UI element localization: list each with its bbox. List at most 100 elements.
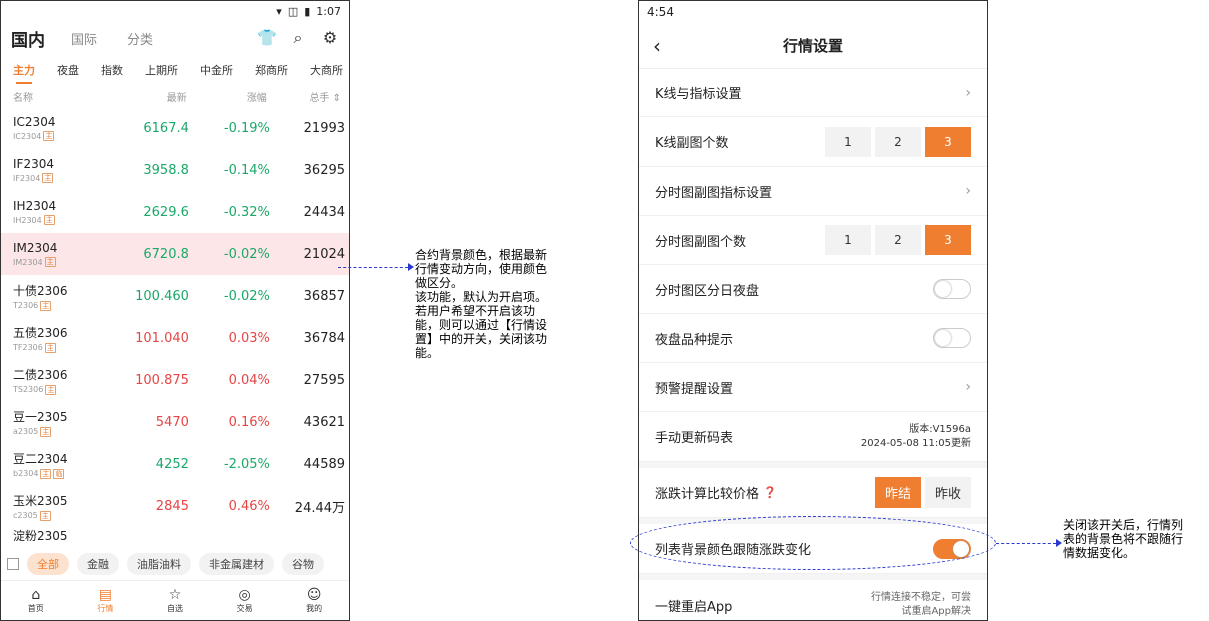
annotation-2-ellipse: [630, 516, 996, 570]
contract-code-text: a2305: [13, 427, 39, 436]
update-table-label: 手动更新码表: [655, 431, 734, 446]
table-row[interactable]: IC2304 IC2304 主 6167.4 -0.19% 21993: [1, 107, 349, 149]
last-price: 2845: [155, 498, 189, 514]
contract-code: TS2306 主: [13, 384, 112, 395]
exchange-tab-main[interactable]: 主力: [13, 62, 35, 84]
shirt-icon[interactable]: 👕: [257, 28, 277, 48]
fenshi-count-1[interactable]: 1: [825, 225, 871, 255]
tab-category[interactable]: 分类: [127, 29, 153, 48]
exchange-tab-night[interactable]: 夜盘: [57, 62, 79, 78]
exchange-tab-czce[interactable]: 郑商所: [255, 62, 288, 78]
contract-code-text: IH2304: [13, 215, 42, 225]
update-table-row[interactable]: 手动更新码表 版本:V1596a 2024-05-08 11:05更新: [639, 412, 987, 462]
tab-international[interactable]: 国际: [71, 29, 97, 48]
col-volume[interactable]: 总手 ⇕: [267, 89, 341, 104]
price-compare-label: 涨跌计算比较价格: [655, 487, 760, 502]
tab-domestic[interactable]: 国内: [11, 26, 45, 51]
nav-market-label: 行情: [97, 604, 114, 613]
category-all[interactable]: 全部: [27, 553, 69, 575]
table-row[interactable]: 豆二2304 b2304 主临 4252 -2.05% 44589: [1, 443, 349, 485]
back-icon[interactable]: ‹: [653, 34, 661, 58]
col-change[interactable]: 涨幅: [187, 89, 267, 104]
table-row[interactable]: 十债2306 T2306 主 100.460 -0.02% 36857: [1, 275, 349, 317]
change-percent: 0.03%: [228, 330, 270, 346]
table-row[interactable]: 二债2306 TS2306 主 100.875 0.04% 27595: [1, 359, 349, 401]
table-row[interactable]: 豆一2305 a2305 主 5470 0.16% 43621: [1, 401, 349, 443]
volume: 24.44万: [294, 500, 346, 516]
restart-row[interactable]: 一键重启App 行情连接不稳定，可尝 试重启App解决: [639, 580, 987, 620]
nav-mine[interactable]: ☺ 我的: [306, 587, 322, 614]
category-building[interactable]: 非金属建材: [199, 553, 274, 575]
alert-settings-row[interactable]: 预警提醒设置 ›: [639, 363, 987, 412]
last-price: 6167.4: [143, 120, 189, 136]
kline-count-2[interactable]: 2: [875, 126, 921, 157]
row-name-cell: 二债2306 TS2306 主: [13, 366, 112, 395]
table-row[interactable]: 五债2306 TF2306 主 101.040 0.03% 36784: [1, 317, 349, 359]
nav-home[interactable]: ⌂ 首页: [28, 587, 44, 614]
kline-count-1[interactable]: 1: [825, 126, 871, 157]
contract-name: IM2304: [13, 241, 58, 255]
price-option-close[interactable]: 昨收: [924, 477, 971, 508]
money-bag-icon: ◎: [238, 587, 251, 603]
exchange-tab-dce[interactable]: 大商所: [310, 62, 343, 78]
info-icon[interactable]: ❓: [763, 486, 777, 499]
fenshi-settings-label: 分时图副图指标设置: [655, 185, 773, 201]
contract-code: IF2304 主: [13, 173, 112, 183]
day-night-label: 分时图区分日夜盘: [655, 283, 760, 299]
fenshi-count-3[interactable]: 3: [925, 225, 971, 255]
category-grain[interactable]: 谷物: [282, 553, 324, 575]
main-badge: 主: [44, 342, 56, 353]
table-row[interactable]: IH2304 IH2304 主 2629.6 -0.32% 24434: [1, 191, 349, 233]
nav-mine-label: 我的: [306, 604, 323, 613]
kline-count-3[interactable]: 3: [925, 126, 971, 157]
nav-watchlist[interactable]: ☆ 自选: [167, 587, 183, 614]
last-price: 4252: [155, 456, 189, 472]
category-finance[interactable]: 金融: [77, 553, 119, 575]
table-row[interactable]: IM2304 IM2304 主 6720.8 -0.02% 21024: [1, 233, 349, 275]
contract-code: IH2304 主: [13, 215, 112, 225]
fenshi-count-2[interactable]: 2: [875, 225, 921, 255]
category-oils[interactable]: 油脂油料: [127, 553, 191, 575]
nav-home-label: 首页: [27, 604, 44, 613]
fenshi-count-label: 分时图副图个数: [655, 234, 747, 250]
nav-watchlist-label: 自选: [166, 604, 183, 613]
main-badge: 主: [40, 300, 52, 311]
annotation-1-line: [338, 267, 408, 268]
version-date: 2024-05-08 11:05更新: [860, 437, 971, 449]
gear-icon[interactable]: ⚙: [321, 28, 339, 48]
partial-row-name: 淀粉2305: [13, 529, 68, 541]
row-name-cell: 玉米2305 c2305 主: [13, 492, 112, 521]
kline-settings-label: K线与指标设置: [655, 87, 742, 102]
change-percent: -2.05%: [223, 456, 270, 472]
contract-code: IC2304 主: [13, 131, 112, 141]
exchange-tab-index[interactable]: 指数: [101, 62, 123, 78]
main-badge: 主: [43, 215, 55, 225]
exchange-tab-shfe[interactable]: 上期所: [145, 62, 178, 78]
kline-settings-row[interactable]: K线与指标设置 ›: [639, 69, 987, 117]
chevron-right-icon: ›: [965, 183, 971, 199]
bottom-nav: ⌂ 首页 ▤ 行情 ☆ 自选 ◎ 交易 ☺ 我的: [1, 580, 349, 620]
volume: 36857: [303, 288, 346, 304]
grid-icon[interactable]: [7, 558, 19, 570]
change-percent: -0.32%: [223, 204, 270, 220]
change-percent: 0.16%: [228, 414, 270, 430]
day-night-toggle[interactable]: [933, 279, 971, 299]
nav-trade[interactable]: ◎ 交易: [237, 587, 253, 614]
col-name[interactable]: 名称: [13, 89, 111, 104]
status-bar: ▾ ◫ ▮ 1:07: [1, 1, 349, 21]
search-icon[interactable]: ⌕: [289, 28, 307, 48]
table-row[interactable]: IF2304 IF2304 主 3958.8 -0.14% 36295: [1, 149, 349, 191]
nav-market[interactable]: ▤ 行情: [97, 587, 113, 614]
contract-name: 豆二2304: [13, 451, 68, 466]
partial-row[interactable]: 淀粉2305: [1, 527, 349, 541]
night-hint-toggle[interactable]: [933, 328, 971, 348]
col-last[interactable]: 最新: [111, 89, 187, 104]
fenshi-settings-row[interactable]: 分时图副图指标设置 ›: [639, 167, 987, 216]
night-hint-label: 夜盘品种提示: [655, 332, 734, 348]
exchange-tab-cffex[interactable]: 中金所: [200, 62, 233, 78]
price-option-settle[interactable]: 昨结: [874, 477, 921, 508]
row-name-cell: 豆二2304 b2304 主临: [13, 450, 112, 479]
contract-name: 五债2306: [13, 325, 68, 340]
contract-name: IF2304: [13, 157, 54, 171]
table-row[interactable]: 玉米2305 c2305 主 2845 0.46% 24.44万: [1, 485, 349, 527]
